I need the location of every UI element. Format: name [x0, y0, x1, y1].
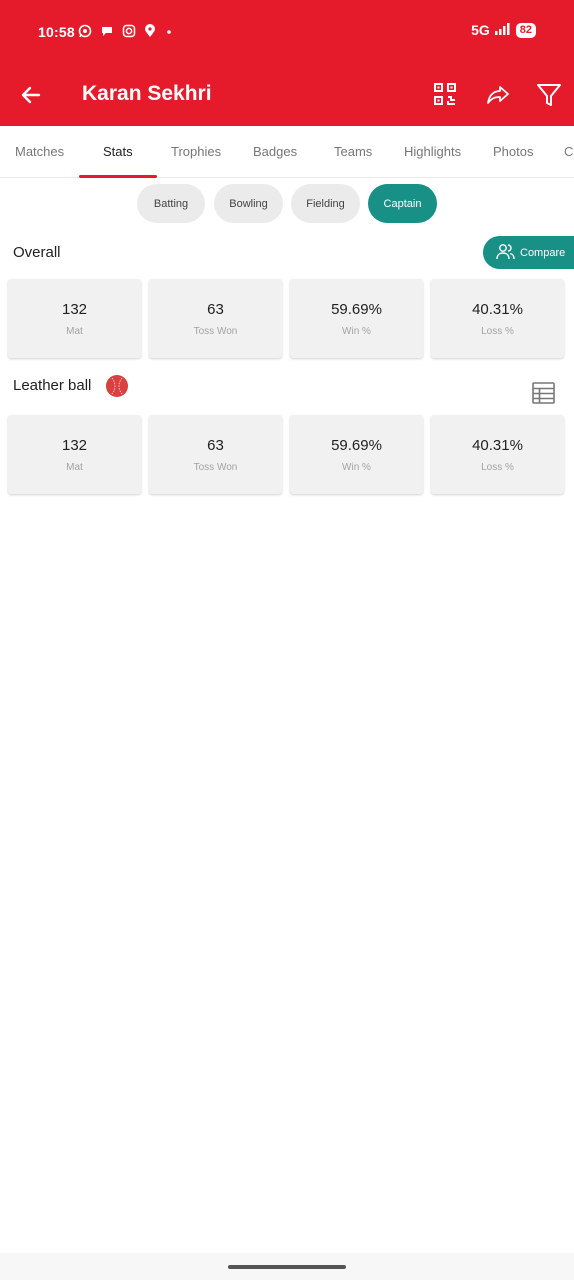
home-gesture-handle[interactable] — [228, 1265, 346, 1269]
chip-bowling[interactable]: Bowling — [214, 184, 283, 223]
tab-stats[interactable]: Stats — [103, 144, 133, 159]
stat-value: 132 — [61, 301, 88, 318]
stat-value: 132 — [61, 437, 88, 454]
whatsapp-icon — [78, 24, 92, 43]
tab-matches[interactable]: Matches — [15, 144, 64, 159]
dot-icon — [164, 24, 174, 43]
chip-fielding[interactable]: Fielding — [291, 184, 360, 223]
stat-label: Loss % — [481, 326, 514, 337]
tab-badges[interactable]: Badges — [253, 144, 297, 159]
stat-label: Win % — [342, 462, 371, 473]
tab-connections[interactable]: Co — [564, 144, 574, 159]
message-icon — [100, 24, 114, 43]
stat-label: Win % — [342, 326, 371, 337]
location-icon — [144, 24, 156, 43]
stat-card-win-pct: 59.69% Win % — [290, 415, 423, 494]
stat-card-toss-won: 63 Toss Won — [149, 415, 282, 494]
chip-batting[interactable]: Batting — [137, 184, 205, 223]
tab-teams[interactable]: Teams — [334, 144, 372, 159]
profile-tabs: Matches Stats Trophies Badges Teams High… — [0, 126, 574, 178]
signal-icon — [494, 22, 512, 38]
tab-trophies[interactable]: Trophies — [171, 144, 221, 159]
stat-label: Mat — [66, 326, 83, 337]
stat-card-toss-won: 63 Toss Won — [149, 279, 282, 358]
users-icon — [496, 243, 515, 263]
active-tab-indicator — [79, 175, 157, 178]
stats-type-chips: Batting Bowling Fielding Captain — [0, 184, 574, 224]
status-time: 10:58 — [38, 24, 75, 40]
cricket-ball-icon — [106, 375, 128, 397]
stat-value: 40.31% — [472, 437, 523, 454]
stat-card-mat: 132 Mat — [8, 279, 141, 358]
overall-title: Overall — [13, 244, 61, 261]
stat-label: Toss Won — [193, 326, 238, 337]
filter-icon[interactable] — [536, 82, 562, 108]
tab-highlights[interactable]: Highlights — [404, 144, 461, 159]
app-bar: Karan Sekhri — [0, 64, 574, 126]
compare-button[interactable]: Compare — [483, 236, 574, 269]
qr-code-icon[interactable] — [433, 82, 459, 108]
compare-label: Compare — [520, 246, 566, 259]
stat-value: 59.69% — [331, 437, 382, 454]
notification-icons — [78, 24, 174, 43]
stat-value: 63 — [207, 301, 224, 318]
stat-value: 59.69% — [331, 301, 382, 318]
network-label: 5G — [471, 22, 490, 38]
status-bar: 10:58 5G 82 — [0, 0, 574, 64]
stat-label: Mat — [66, 462, 83, 473]
status-right: 5G 82 — [471, 22, 536, 38]
stat-card-loss-pct: 40.31% Loss % — [431, 279, 564, 358]
stat-card-loss-pct: 40.31% Loss % — [431, 415, 564, 494]
battery-badge: 82 — [515, 22, 536, 38]
stat-card-mat: 132 Mat — [8, 415, 141, 494]
stat-value: 63 — [207, 437, 224, 454]
back-arrow-icon[interactable] — [18, 82, 44, 108]
tab-photos[interactable]: Photos — [493, 144, 533, 159]
share-icon[interactable] — [485, 82, 511, 108]
page-title: Karan Sekhri — [82, 82, 212, 105]
instagram-icon — [122, 24, 136, 43]
stat-card-win-pct: 59.69% Win % — [290, 279, 423, 358]
chip-captain[interactable]: Captain — [368, 184, 437, 223]
stat-value: 40.31% — [472, 301, 523, 318]
stat-label: Loss % — [481, 462, 514, 473]
stat-label: Toss Won — [193, 462, 238, 473]
table-view-icon[interactable] — [532, 382, 555, 404]
leather-ball-title: Leather ball — [13, 377, 92, 394]
app-header: 10:58 5G 82 Karan Sekhri — [0, 0, 574, 126]
